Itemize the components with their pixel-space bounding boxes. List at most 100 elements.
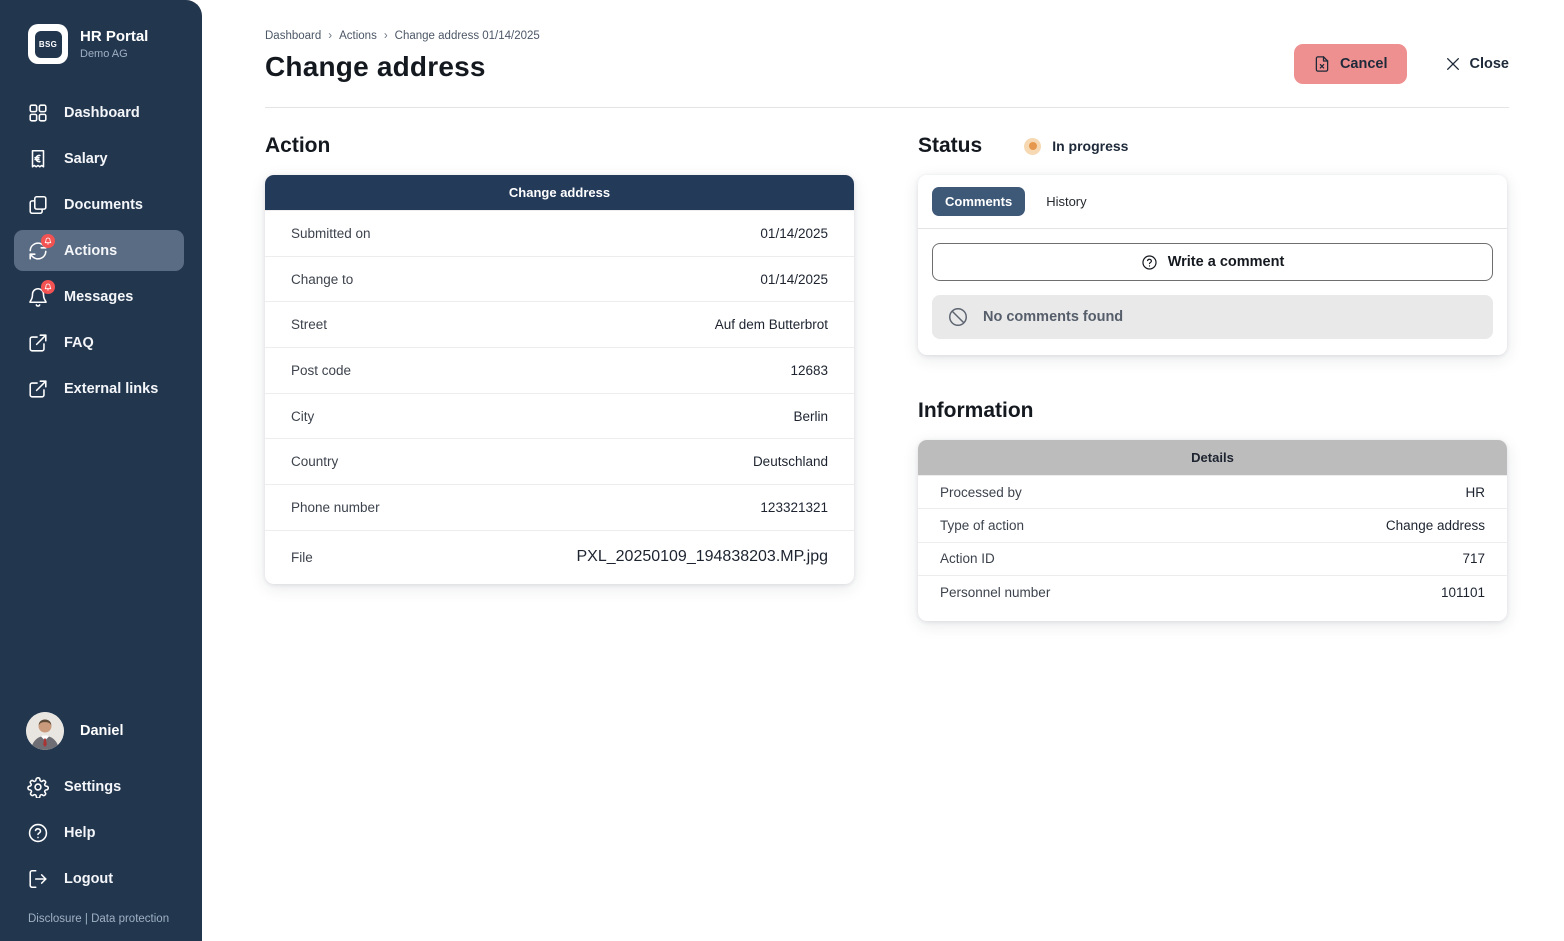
status-section: Status In progress Comments History Writ… [918,134,1507,621]
sidebar-item-external-links[interactable]: External links [14,368,184,409]
file-link[interactable]: PXL_20250109_194838203.MP.jpg [577,548,829,566]
avatar [26,712,64,750]
sidebar-item-dashboard[interactable]: Dashboard [14,92,184,133]
row-label: Submitted on [291,226,371,241]
sidebar-item-label: Logout [64,871,113,887]
row-label: Country [291,454,338,469]
sidebar-item-label: External links [64,381,158,397]
row-value: 01/14/2025 [760,226,828,241]
sidebar-item-faq[interactable]: FAQ [14,322,184,363]
row-value: Change address [1386,518,1485,533]
row-value: Deutschland [753,454,828,469]
cancel-button[interactable]: Cancel [1294,44,1407,84]
sidebar-item-label: Dashboard [64,105,140,121]
table-row: Phone number 123321321 [265,484,854,530]
table-row: Personnel number 101101 [918,575,1507,608]
user-name: Daniel [80,723,124,739]
org-name: Demo AG [80,48,148,60]
no-comments-text: No comments found [983,309,1123,325]
row-value: Berlin [793,409,828,424]
sidebar-item-salary[interactable]: Salary [14,138,184,179]
sidebar-item-label: Salary [64,151,108,167]
row-value: 123321321 [760,500,828,515]
details-table-header: Details [918,440,1507,475]
header-actions: Cancel Close [1294,44,1509,84]
table-row: Change to 01/14/2025 [265,256,854,302]
table-row: Submitted on 01/14/2025 [265,210,854,256]
external-link-icon [26,331,49,354]
row-label: File [291,550,313,565]
sidebar-item-help[interactable]: Help [14,812,184,853]
tab-comments[interactable]: Comments [932,187,1025,216]
status-dot-icon [1024,138,1041,155]
table-row: City Berlin [265,393,854,439]
disclosure-link[interactable]: Disclosure [28,913,82,925]
sidebar-item-label: Messages [64,289,133,305]
brand: BSG HR Portal Demo AG [0,0,202,74]
action-table: Change address Submitted on 01/14/2025 C… [265,175,854,584]
close-button[interactable]: Close [1445,56,1510,72]
breadcrumb: Dashboard › Actions › Change address 01/… [265,30,1509,42]
breadcrumb-separator: › [384,30,388,42]
data-protection-link[interactable]: Data protection [91,913,169,925]
header-divider [265,107,1509,108]
company-logo: BSG [28,24,68,64]
information-heading: Information [918,399,1507,423]
breadcrumb-actions[interactable]: Actions [339,30,377,42]
company-logo-text: BSG [35,31,62,58]
sidebar-bottom: Daniel Settings Help Logout [0,704,202,941]
row-label: Street [291,317,327,332]
sidebar-item-label: Settings [64,779,121,795]
sidebar-nav: Dashboard Salary Documents Actions [0,92,202,409]
user-menu[interactable]: Daniel [14,704,184,758]
row-label: Action ID [940,551,995,566]
row-label: City [291,409,314,424]
question-circle-icon [1141,254,1158,271]
row-label: Processed by [940,485,1022,500]
row-value: HR [1466,485,1486,500]
status-heading: Status [918,134,982,158]
sidebar-item-label: Documents [64,197,143,213]
row-value: Auf dem Butterbrot [715,317,828,332]
sidebar: BSG HR Portal Demo AG Dashboard Salary D… [0,0,202,941]
breadcrumb-dashboard[interactable]: Dashboard [265,30,321,42]
row-label: Type of action [940,518,1024,533]
row-label: Personnel number [940,585,1050,600]
table-row: Country Deutschland [265,438,854,484]
tabs-row: Comments History [918,175,1507,229]
question-circle-icon [26,821,49,844]
table-row: Processed by HR [918,475,1507,508]
sidebar-item-settings[interactable]: Settings [14,766,184,807]
write-comment-button[interactable]: Write a comment [932,243,1493,281]
table-row: Type of action Change address [918,508,1507,541]
sidebar-item-label: Help [64,825,95,841]
action-heading: Action [265,134,854,158]
cancel-button-label: Cancel [1340,56,1388,72]
legal-footer: Disclosure | Data protection [0,899,202,941]
status-badge: In progress [1024,138,1128,155]
row-label: Change to [291,272,353,287]
sidebar-item-actions[interactable]: Actions [14,230,184,271]
sidebar-item-logout[interactable]: Logout [14,858,184,899]
sync-icon [26,239,49,262]
main-content: Dashboard › Actions › Change address 01/… [202,0,1564,941]
sidebar-item-documents[interactable]: Documents [14,184,184,225]
close-button-label: Close [1470,56,1510,72]
sidebar-item-messages[interactable]: Messages [14,276,184,317]
table-row: Post code 12683 [265,347,854,393]
row-value: 01/14/2025 [760,272,828,287]
row-value: 12683 [790,363,828,378]
documents-icon [26,193,49,216]
notification-badge [41,234,55,248]
details-table: Details Processed by HR Type of action C… [918,440,1507,621]
logout-icon [26,867,49,890]
sidebar-item-label: Actions [64,243,117,259]
row-value: 101101 [1441,585,1485,600]
tab-history[interactable]: History [1033,187,1099,216]
breadcrumb-current[interactable]: Change address 01/14/2025 [395,30,540,42]
write-comment-label: Write a comment [1168,254,1285,270]
no-comments-message: No comments found [932,295,1493,339]
grid-icon [26,101,49,124]
row-label: Phone number [291,500,380,515]
status-text: In progress [1052,138,1128,154]
